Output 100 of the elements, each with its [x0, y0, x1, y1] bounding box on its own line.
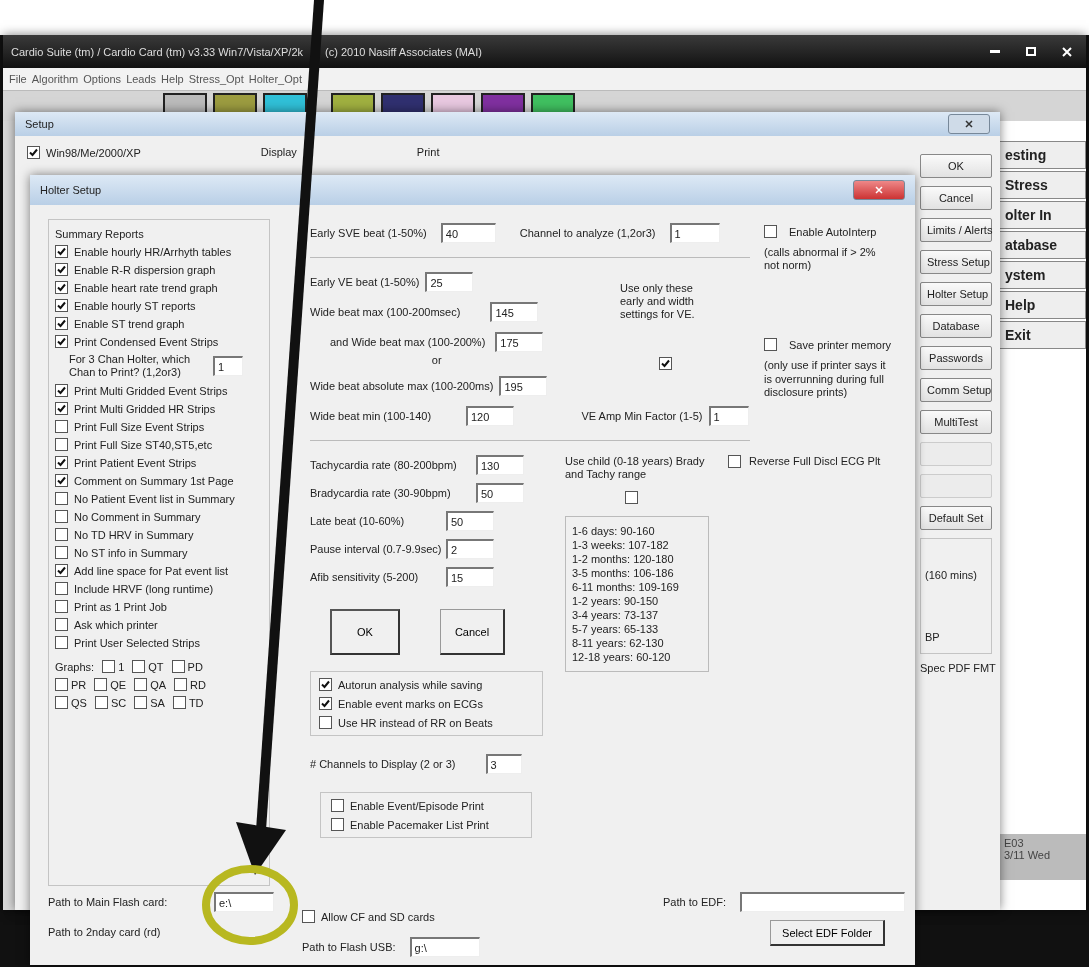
input-field[interactable]: 15 — [446, 567, 494, 587]
setup-button[interactable]: Cancel — [920, 186, 992, 210]
side-button[interactable]: olter In — [998, 201, 1086, 229]
checkbox[interactable] — [302, 910, 315, 923]
input-field[interactable]: 120 — [466, 406, 514, 426]
checkbox[interactable] — [55, 420, 68, 434]
checkbox[interactable] — [55, 402, 68, 416]
checkbox[interactable] — [55, 438, 68, 452]
checkbox[interactable] — [55, 456, 68, 470]
dialog-button[interactable]: OK — [330, 609, 400, 655]
checkbox[interactable] — [319, 678, 332, 691]
checkbox[interactable] — [27, 146, 40, 159]
toolbar-icon[interactable] — [381, 93, 425, 113]
input-field[interactable] — [740, 892, 905, 912]
select-folder-button[interactable]: Select EDF Folder — [770, 920, 885, 946]
side-button[interactable]: ystem — [998, 261, 1086, 289]
checkbox[interactable] — [764, 338, 777, 352]
checkbox[interactable] — [55, 245, 68, 258]
toolbar-icon[interactable] — [531, 93, 575, 113]
input-field[interactable]: 195 — [499, 376, 548, 396]
checkbox[interactable] — [55, 281, 68, 294]
input-field[interactable]: 1 — [708, 406, 749, 426]
setup-button[interactable]: Database — [920, 314, 992, 338]
setup-button[interactable]: MultiTest — [920, 410, 992, 434]
checkbox[interactable] — [174, 678, 188, 692]
toolbar-icon[interactable] — [213, 93, 257, 113]
setup-button[interactable]: Limits / Alerts — [920, 218, 992, 242]
input-field[interactable]: g:\ — [409, 937, 480, 957]
checkbox[interactable] — [319, 697, 332, 710]
checkbox[interactable] — [132, 660, 146, 674]
menu-item[interactable]: File — [9, 73, 27, 85]
checkbox[interactable] — [55, 384, 68, 398]
setup-button[interactable]: OK — [920, 154, 992, 178]
side-button[interactable]: esting — [998, 141, 1086, 169]
checkbox[interactable] — [55, 600, 68, 614]
menu-item[interactable]: Holter_Opt — [248, 73, 302, 85]
checkbox[interactable] — [55, 582, 68, 596]
close-button[interactable] — [853, 180, 905, 200]
input-field[interactable]: e:\ — [214, 892, 274, 912]
input-field[interactable]: 130 — [476, 455, 524, 475]
input-field[interactable]: 50 — [476, 483, 524, 503]
setup-button[interactable]: Stress Setup — [920, 250, 992, 274]
setup-button[interactable]: Comm Setup — [920, 378, 992, 402]
checkbox[interactable] — [55, 317, 68, 330]
checkbox[interactable] — [55, 618, 68, 632]
checkbox[interactable] — [331, 818, 344, 831]
setup-button[interactable]: Passwords — [920, 346, 992, 370]
input-field[interactable]: 175 — [495, 332, 544, 352]
field-label: For 3 Chan Holter, which Chan to Print? (1,2or3) — [69, 353, 192, 380]
menu-item[interactable]: Leads — [126, 73, 157, 85]
checkbox[interactable] — [764, 225, 777, 238]
side-button[interactable]: atabase — [998, 231, 1086, 259]
toolbar-icon[interactable] — [163, 93, 207, 113]
menu-item[interactable]: Options — [83, 73, 122, 85]
checkbox[interactable] — [331, 799, 344, 812]
input-field[interactable]: 1 — [669, 223, 720, 243]
toolbar-icon[interactable] — [481, 93, 525, 113]
checkbox[interactable] — [55, 546, 68, 560]
close-button[interactable] — [948, 114, 990, 134]
checkbox[interactable] — [55, 678, 68, 692]
checkbox[interactable] — [55, 492, 68, 506]
side-button[interactable]: Exit — [998, 321, 1086, 349]
checkbox[interactable] — [319, 716, 332, 729]
checkbox[interactable] — [55, 299, 68, 312]
checkbox[interactable] — [55, 335, 68, 348]
setup-button[interactable]: Default Set — [920, 506, 992, 530]
toolbar-icon[interactable] — [331, 93, 375, 113]
input-field[interactable]: 2 — [446, 539, 494, 559]
checkbox[interactable] — [102, 660, 116, 674]
menu-item[interactable]: Stress_Opt — [188, 73, 244, 85]
checkbox[interactable] — [134, 696, 148, 710]
checkbox[interactable] — [55, 528, 68, 542]
checkbox[interactable] — [94, 678, 108, 692]
checkbox[interactable] — [171, 660, 185, 674]
toolbar-icon[interactable] — [263, 93, 307, 113]
toolbar-icon[interactable] — [431, 93, 475, 113]
side-button[interactable]: Help — [998, 291, 1086, 319]
checkbox[interactable] — [55, 636, 68, 650]
checkbox[interactable] — [658, 357, 672, 371]
setup-button[interactable]: Holter Setup — [920, 282, 992, 306]
input-field[interactable]: 3 — [485, 754, 522, 774]
checkbox[interactable] — [134, 678, 148, 692]
checkbox[interactable] — [625, 491, 638, 505]
checkbox[interactable] — [94, 696, 108, 710]
input-field[interactable]: 145 — [490, 302, 539, 322]
checkbox[interactable] — [55, 564, 68, 578]
side-button[interactable]: Stress — [998, 171, 1086, 199]
checkbox[interactable] — [728, 454, 741, 468]
input-field[interactable]: 50 — [446, 511, 494, 531]
checkbox[interactable] — [55, 474, 68, 488]
menu-item[interactable]: Algorithm — [31, 73, 79, 85]
dialog-button[interactable]: Cancel — [440, 609, 505, 655]
checkbox[interactable] — [55, 510, 68, 524]
checkbox[interactable] — [172, 696, 186, 710]
checkbox[interactable] — [55, 263, 68, 276]
checkbox[interactable] — [55, 696, 68, 710]
input-field[interactable]: 40 — [440, 223, 496, 243]
input-field[interactable]: 25 — [425, 272, 474, 292]
input-field[interactable]: 1 — [213, 356, 243, 377]
menu-item[interactable]: Help — [161, 73, 184, 85]
